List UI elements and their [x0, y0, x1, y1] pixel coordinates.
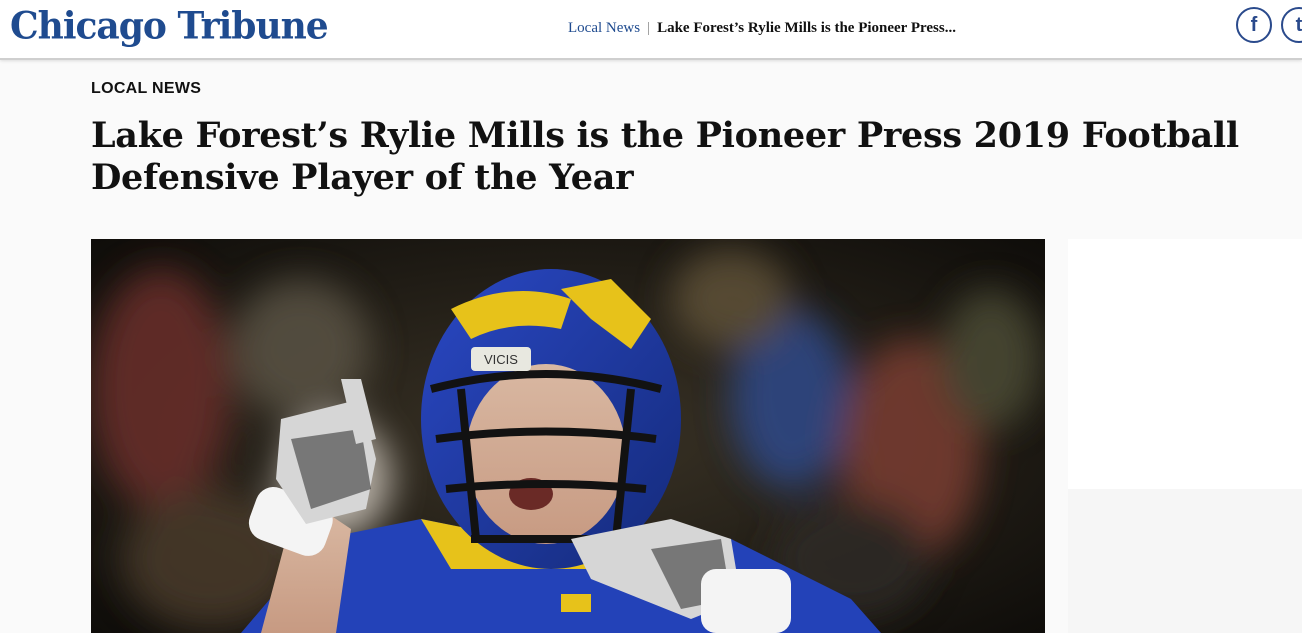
- sidebar-blank: [1068, 489, 1302, 633]
- breadcrumb-separator: |: [647, 20, 651, 36]
- article-section-label[interactable]: LOCAL NEWS: [91, 80, 201, 98]
- article-photo[interactable]: VICIS: [91, 239, 1045, 633]
- article-title: Lake Forest’s Rylie Mills is the Pioneer…: [91, 115, 1239, 198]
- facebook-share-button[interactable]: f: [1236, 7, 1272, 43]
- site-header: Chicago Tribune Local News | Lake Forest’s…: [0, 0, 1302, 60]
- helmet-text: VICIS: [484, 352, 518, 367]
- site-logo[interactable]: Chicago Tribune: [10, 1, 329, 51]
- twitter-icon: t: [1295, 13, 1302, 36]
- football-player-photo: VICIS: [91, 239, 1045, 633]
- breadcrumb: Local News | Lake Forest’s Rylie Mills is …: [568, 18, 956, 38]
- breadcrumb-section-link[interactable]: Local News: [568, 20, 640, 36]
- twitter-share-button[interactable]: t: [1281, 7, 1302, 43]
- facebook-icon: f: [1250, 13, 1258, 36]
- breadcrumb-headline: Lake Forest’s Rylie Mills is the Pioneer…: [657, 20, 956, 36]
- ad-slot[interactable]: [1068, 239, 1302, 489]
